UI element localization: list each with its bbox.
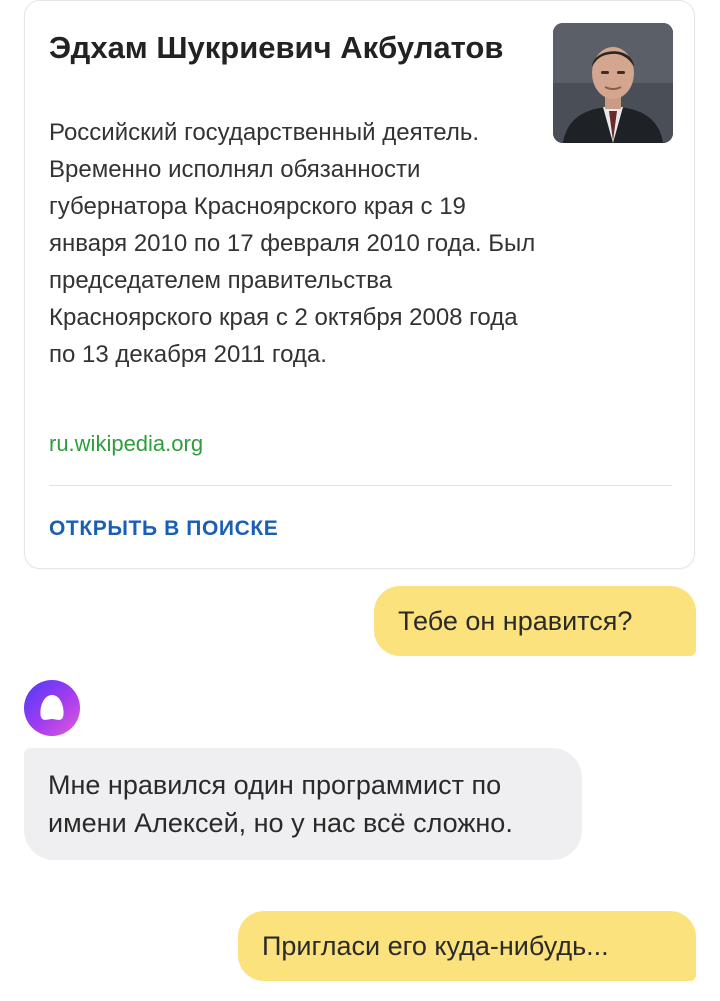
card-divider: [49, 485, 672, 486]
open-in-search-button[interactable]: ОТКРЫТЬ В ПОИСКЕ: [49, 515, 278, 543]
person-portrait-icon: [553, 23, 673, 143]
knowledge-card: Эдхам Шукриевич Акбулатов Российский гос…: [24, 0, 695, 569]
alice-logo-icon: [40, 695, 64, 720]
source-link[interactable]: ru.wikipedia.org: [49, 429, 203, 459]
card-description: Российский государственный деятель. Врем…: [49, 119, 536, 368]
card-title: Эдхам Шукриевич Акбулатов: [49, 30, 504, 65]
assistant-avatar[interactable]: [24, 680, 80, 736]
message-text: Мне нравился один программист по имени А…: [48, 770, 513, 838]
person-photo[interactable]: [553, 23, 673, 143]
message-text: Тебе он нравится?: [398, 606, 633, 636]
user-message: Пригласи его куда-нибудь...: [238, 911, 696, 981]
message-text: Пригласи его куда-нибудь...: [262, 931, 609, 961]
user-message: Тебе он нравится?: [374, 586, 696, 656]
assistant-message: Мне нравился один программист по имени А…: [24, 748, 582, 860]
